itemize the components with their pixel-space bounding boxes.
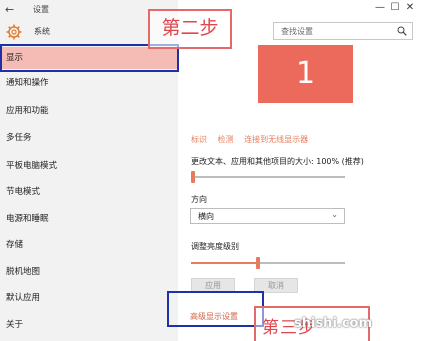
scale-label: 更改文本、应用和其他项目的大小: 100% (推荐) [191, 157, 364, 166]
identify-link[interactable]: 标识 [191, 135, 207, 144]
orientation-label: 方向 [191, 195, 207, 204]
sidebar-item-storage[interactable]: 存储 [0, 234, 178, 256]
back-arrow-icon[interactable]: ← [5, 3, 14, 16]
brightness-slider[interactable] [191, 257, 345, 269]
detect-link[interactable]: 检测 [218, 135, 234, 144]
brightness-slider-fill [191, 262, 256, 264]
sidebar-item-notifications[interactable]: 通知和操作 [0, 72, 178, 94]
maximize-button[interactable]: ☐ [389, 2, 401, 14]
gear-icon [6, 24, 22, 40]
close-button[interactable]: ✕ [404, 2, 416, 14]
search-input[interactable]: 查找设置 [273, 22, 413, 40]
minimize-button[interactable]: — [374, 2, 386, 14]
orientation-select[interactable]: 横向 ⌄ [190, 208, 345, 224]
connect-wireless-link[interactable]: 连接到无线显示器 [244, 135, 308, 144]
search-icon [397, 26, 407, 36]
annotation-step2: 第二步 [148, 9, 232, 49]
system-label: 系统 [34, 27, 50, 36]
sidebar-item-apps[interactable]: 应用和功能 [0, 100, 178, 122]
sidebar-item-battery-saver[interactable]: 节电模式 [0, 181, 178, 203]
sidebar-item-offline-maps[interactable]: 脱机地图 [0, 261, 178, 283]
display-links: 标识 检测 连接到无线显示器 [191, 134, 316, 145]
annotation-box-advanced [167, 291, 264, 327]
orientation-value: 横向 [198, 212, 214, 221]
scale-slider-thumb[interactable] [191, 171, 195, 183]
brightness-label: 调整亮度级别 [191, 242, 239, 251]
sidebar-item-about[interactable]: 关于 [0, 314, 178, 336]
sidebar-item-power-sleep[interactable]: 电源和睡眠 [0, 208, 178, 230]
watermark: shishi.com [294, 316, 373, 331]
window-title: 设置 [33, 5, 49, 14]
brightness-slider-thumb[interactable] [256, 257, 260, 269]
monitor-tile[interactable]: 1 [258, 45, 353, 103]
sidebar-item-tablet-mode[interactable]: 平板电脑模式 [0, 155, 178, 177]
search-placeholder: 查找设置 [281, 27, 313, 36]
monitor-number: 1 [295, 56, 316, 91]
sidebar-item-multitasking[interactable]: 多任务 [0, 127, 178, 149]
sidebar-item-default-apps[interactable]: 默认应用 [0, 287, 178, 309]
chevron-down-icon: ⌄ [331, 210, 338, 219]
scale-slider[interactable] [191, 171, 345, 183]
